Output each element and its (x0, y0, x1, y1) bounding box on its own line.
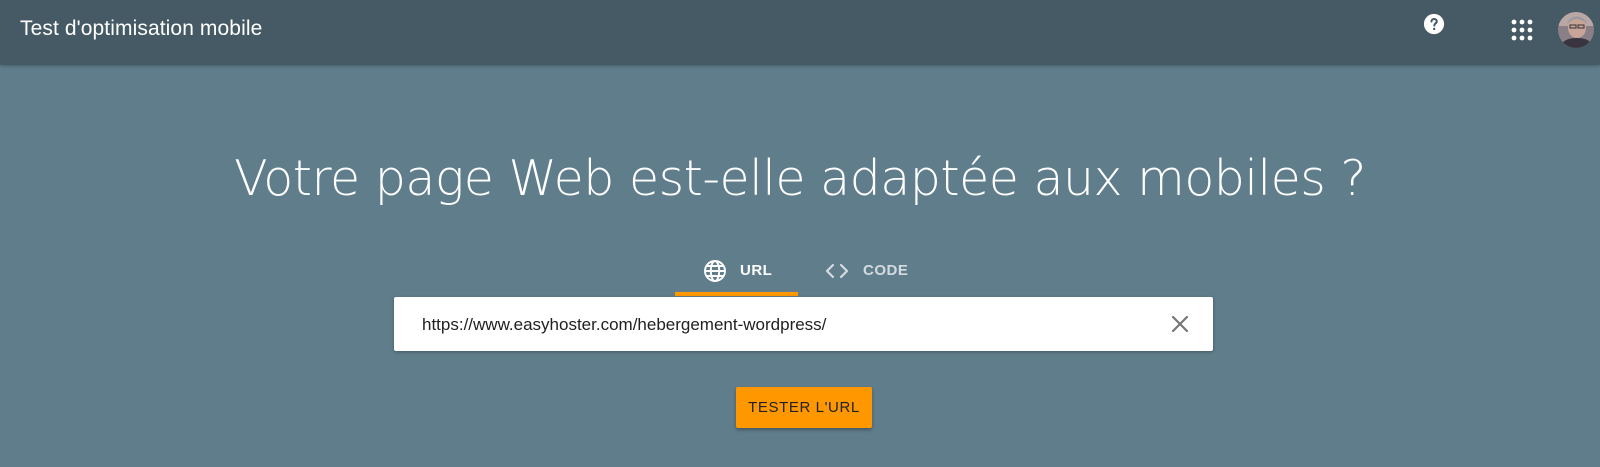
tab-url-label: URL (740, 262, 773, 279)
tab-code[interactable]: CODE (820, 256, 920, 296)
globe-icon (703, 259, 727, 288)
app-title: Test d'optimisation mobile (20, 17, 263, 40)
test-url-button[interactable]: TESTER L'URL (736, 387, 872, 428)
app-header: Test d'optimisation mobile (0, 0, 1600, 65)
tab-url[interactable]: URL (675, 256, 798, 296)
close-icon[interactable] (1170, 314, 1190, 334)
tab-active-indicator (675, 292, 798, 296)
code-icon (825, 261, 849, 286)
help-icon[interactable] (1423, 13, 1445, 35)
apps-grid-icon[interactable] (1511, 19, 1533, 41)
url-input[interactable] (420, 309, 1144, 341)
url-field (394, 297, 1213, 351)
avatar[interactable] (1558, 12, 1594, 48)
tab-code-label: CODE (863, 262, 909, 279)
page-headline: Votre page Web est-elle adaptée aux mobi… (234, 150, 1366, 207)
